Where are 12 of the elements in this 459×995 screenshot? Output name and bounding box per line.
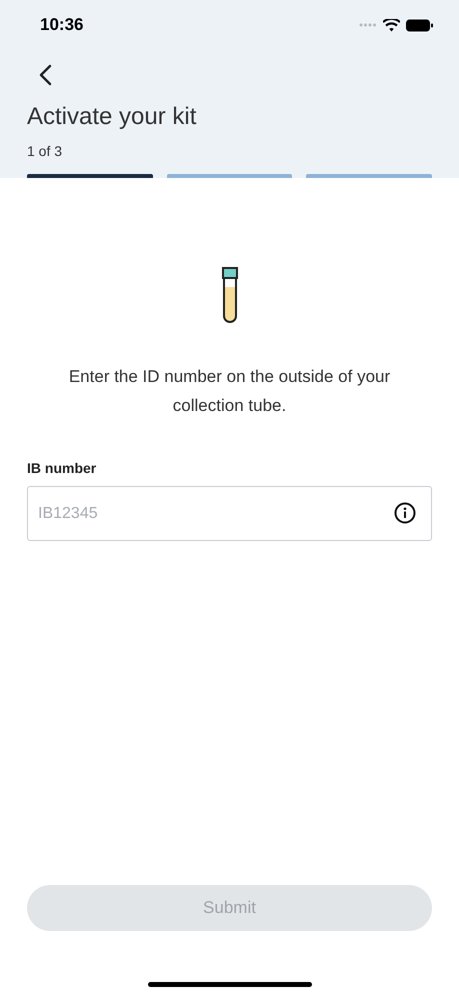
back-chevron-icon <box>38 64 52 86</box>
instruction-text: Enter the ID number on the outside of your collection tube. <box>68 366 392 417</box>
field-label: IB number <box>26 459 98 478</box>
signal-icon <box>359 23 377 27</box>
test-tube-icon <box>220 266 240 324</box>
step-counter: 1 of 3 <box>26 142 64 161</box>
wifi-icon <box>383 18 400 32</box>
ib-number-field[interactable]: IB12345 <box>27 486 432 541</box>
battery-icon <box>406 18 433 32</box>
page-title: Activate your kit <box>26 102 198 132</box>
status-time: 10:36 <box>40 14 84 36</box>
info-icon[interactable] <box>394 502 416 524</box>
